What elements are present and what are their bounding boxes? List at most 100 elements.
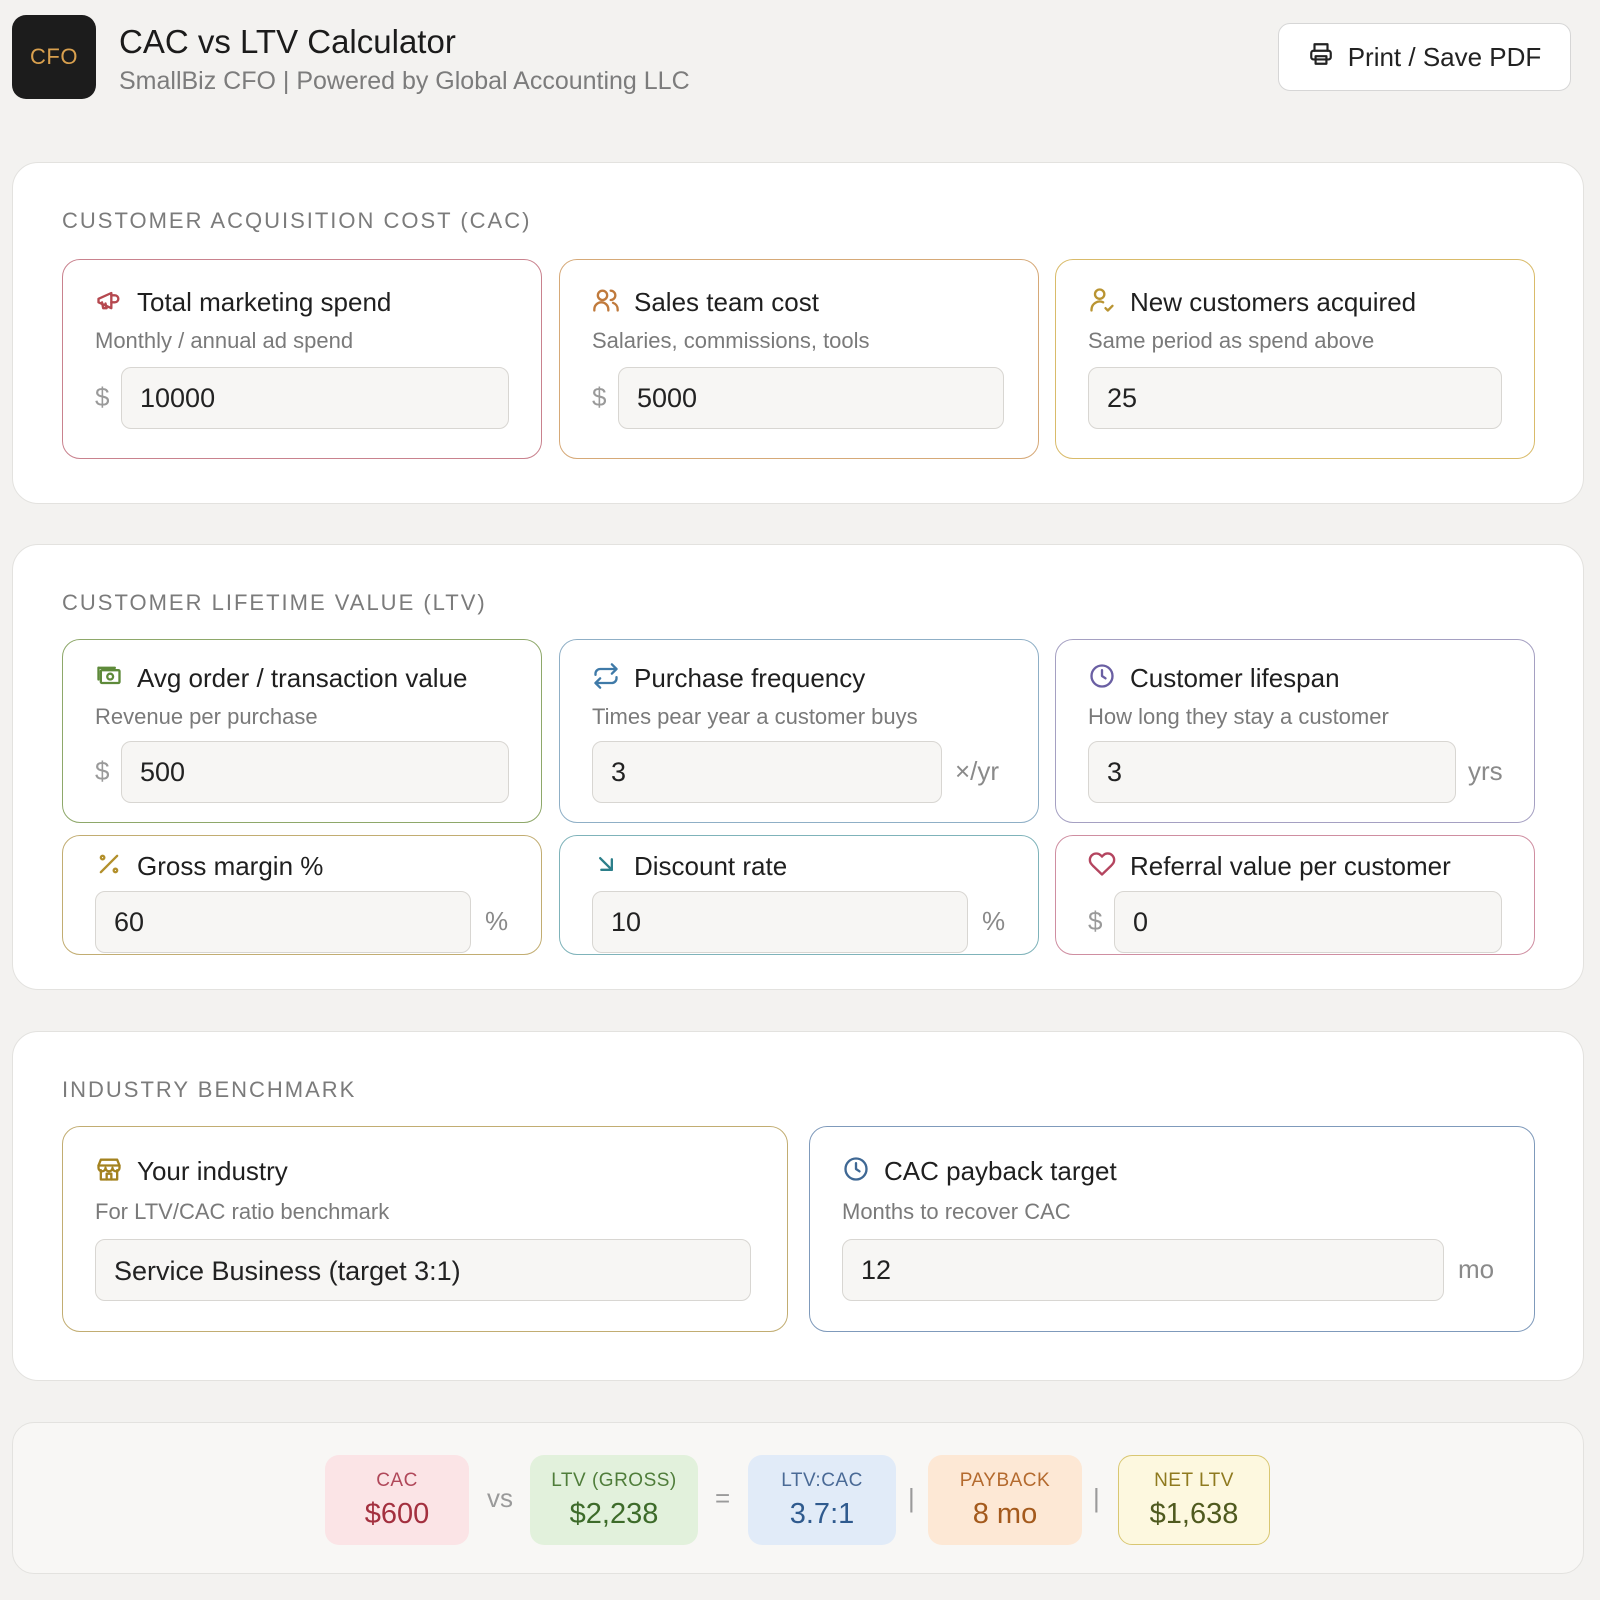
purchase-frequency-input[interactable] bbox=[592, 741, 942, 803]
ltv-result-label: LTV (GROSS) bbox=[551, 1469, 677, 1491]
payback-result-label: PAYBACK bbox=[959, 1469, 1051, 1491]
customer-lifespan-label: Customer lifespan bbox=[1130, 663, 1340, 693]
cac-result-value: $600 bbox=[364, 1497, 430, 1530]
cac-result: CAC $600 bbox=[325, 1455, 469, 1545]
unit-suffix: yrs bbox=[1468, 756, 1503, 786]
purchase-frequency-header: Purchase frequency bbox=[592, 662, 865, 695]
bar-separator: | bbox=[1093, 1483, 1100, 1513]
gross-margin-header: Gross margin % bbox=[95, 850, 323, 883]
section-title: INDUSTRY BENCHMARK bbox=[62, 1077, 357, 1102]
section-title: CUSTOMER ACQUISITION COST (CAC) bbox=[62, 208, 532, 233]
industry-header: Your industry bbox=[95, 1155, 288, 1188]
discount-rate-card: Discount rate % bbox=[559, 835, 1039, 955]
ltv-result-value: $2,238 bbox=[569, 1497, 659, 1530]
marketing-spend-header: Total marketing spend bbox=[95, 286, 391, 319]
marketing-spend-label: Total marketing spend bbox=[137, 287, 392, 317]
app-logo: CFO bbox=[12, 15, 96, 99]
currency-prefix: $ bbox=[1088, 906, 1103, 936]
marketing-spend-hint: Monthly / annual ad spend bbox=[95, 328, 354, 353]
clock-icon bbox=[1088, 662, 1116, 695]
discount-rate-input[interactable] bbox=[592, 891, 968, 953]
sales-cost-label: Sales team cost bbox=[634, 287, 819, 317]
ltv-result: LTV (GROSS) $2,238 bbox=[530, 1455, 698, 1545]
benchmark-panel: INDUSTRY BENCHMARK Your industry For LTV… bbox=[12, 1031, 1584, 1381]
ratio-result-value: 3.7:1 bbox=[789, 1497, 855, 1530]
net-ltv-result-value: $1,638 bbox=[1149, 1497, 1239, 1530]
cac-result-label: CAC bbox=[376, 1469, 418, 1491]
referral-value-header: Referral value per customer bbox=[1088, 850, 1451, 883]
users-icon bbox=[592, 286, 620, 319]
currency-prefix: $ bbox=[95, 756, 110, 786]
equals-separator: = bbox=[715, 1483, 731, 1513]
customer-lifespan-input[interactable] bbox=[1088, 741, 1456, 803]
ratio-result: LTV:CAC 3.7:1 bbox=[748, 1455, 896, 1545]
sales-cost-card: Sales team cost Salaries, commissions, t… bbox=[559, 259, 1039, 459]
heart-icon bbox=[1088, 850, 1116, 883]
page-subtitle: SmallBiz CFO | Powered by Global Account… bbox=[119, 67, 690, 95]
results-summary: CAC $600 vs LTV (GROSS) $2,238 = LTV:CAC… bbox=[12, 1422, 1584, 1574]
page-title: CAC vs LTV Calculator bbox=[119, 23, 456, 60]
referral-value-input[interactable] bbox=[1114, 891, 1502, 953]
unit-suffix: % bbox=[485, 906, 509, 936]
repeat-icon bbox=[592, 662, 620, 695]
referral-value-label: Referral value per customer bbox=[1130, 851, 1451, 881]
user-check-icon bbox=[1088, 286, 1116, 319]
new-customers-header: New customers acquired bbox=[1088, 286, 1416, 319]
payback-target-input[interactable] bbox=[842, 1239, 1444, 1301]
sales-cost-input[interactable] bbox=[618, 367, 1004, 429]
percent-icon bbox=[95, 850, 123, 883]
sales-cost-hint: Salaries, commissions, tools bbox=[592, 328, 870, 353]
section-title: CUSTOMER LIFETIME VALUE (LTV) bbox=[62, 590, 487, 615]
customer-lifespan-card: Customer lifespan How long they stay a c… bbox=[1055, 639, 1535, 823]
discount-rate-label: Discount rate bbox=[634, 851, 788, 881]
net-ltv-result-label: NET LTV bbox=[1154, 1469, 1234, 1491]
new-customers-input[interactable] bbox=[1088, 367, 1502, 429]
ltv-panel: CUSTOMER LIFETIME VALUE (LTV) Avg order … bbox=[12, 544, 1584, 990]
avg-order-input[interactable] bbox=[121, 741, 509, 803]
avg-order-header: Avg order / transaction value bbox=[95, 662, 467, 695]
net-ltv-result: NET LTV $1,638 bbox=[1118, 1455, 1270, 1545]
bar-separator: | bbox=[908, 1483, 915, 1513]
printer-icon bbox=[1308, 41, 1334, 74]
industry-select[interactable]: Service Business (target 3:1) bbox=[95, 1239, 751, 1301]
payback-target-label: CAC payback target bbox=[884, 1156, 1117, 1186]
print-button[interactable]: Print / Save PDF bbox=[1278, 23, 1571, 91]
gross-margin-input[interactable] bbox=[95, 891, 471, 953]
industry-hint: For LTV/CAC ratio benchmark bbox=[95, 1199, 390, 1224]
avg-order-hint: Revenue per purchase bbox=[95, 704, 318, 729]
unit-suffix: ×/yr bbox=[955, 756, 1000, 786]
cash-icon bbox=[95, 662, 123, 695]
payback-target-card: CAC payback target Months to recover CAC… bbox=[809, 1126, 1535, 1332]
new-customers-hint: Same period as spend above bbox=[1088, 328, 1375, 353]
payback-result: PAYBACK 8 mo bbox=[928, 1455, 1082, 1545]
app-header: CFO CAC vs LTV Calculator SmallBiz CFO |… bbox=[12, 15, 1588, 99]
payback-result-value: 8 mo bbox=[972, 1497, 1038, 1530]
new-customers-label: New customers acquired bbox=[1130, 287, 1417, 317]
avg-order-label: Avg order / transaction value bbox=[137, 663, 468, 693]
new-customers-card: New customers acquired Same period as sp… bbox=[1055, 259, 1535, 459]
vs-separator: vs bbox=[487, 1483, 513, 1513]
customer-lifespan-hint: How long they stay a customer bbox=[1088, 704, 1389, 729]
print-button-label: Print / Save PDF bbox=[1347, 41, 1542, 72]
cac-panel: CUSTOMER ACQUISITION COST (CAC) Total ma… bbox=[12, 162, 1584, 504]
clock-icon bbox=[842, 1155, 870, 1188]
customer-lifespan-header: Customer lifespan bbox=[1088, 662, 1340, 695]
arrow-down-right-icon bbox=[592, 850, 620, 883]
marketing-spend-input[interactable] bbox=[121, 367, 509, 429]
unit-suffix: mo bbox=[1458, 1254, 1495, 1284]
payback-target-hint: Months to recover CAC bbox=[842, 1199, 1071, 1224]
payback-target-header: CAC payback target bbox=[842, 1155, 1117, 1188]
industry-label: Your industry bbox=[137, 1156, 288, 1186]
purchase-frequency-hint: Times pear year a customer buys bbox=[592, 704, 918, 729]
currency-prefix: $ bbox=[95, 382, 110, 412]
store-icon bbox=[95, 1155, 123, 1188]
gross-margin-label: Gross margin % bbox=[137, 851, 324, 881]
avg-order-card: Avg order / transaction value Revenue pe… bbox=[62, 639, 542, 823]
purchase-frequency-card: Purchase frequency Times pear year a cus… bbox=[559, 639, 1039, 823]
industry-card: Your industry For LTV/CAC ratio benchmar… bbox=[62, 1126, 788, 1332]
gross-margin-card: Gross margin % % bbox=[62, 835, 542, 955]
unit-suffix: % bbox=[982, 906, 1006, 936]
megaphone-icon bbox=[95, 286, 123, 319]
sales-cost-header: Sales team cost bbox=[592, 286, 819, 319]
referral-value-card: Referral value per customer $ bbox=[1055, 835, 1535, 955]
